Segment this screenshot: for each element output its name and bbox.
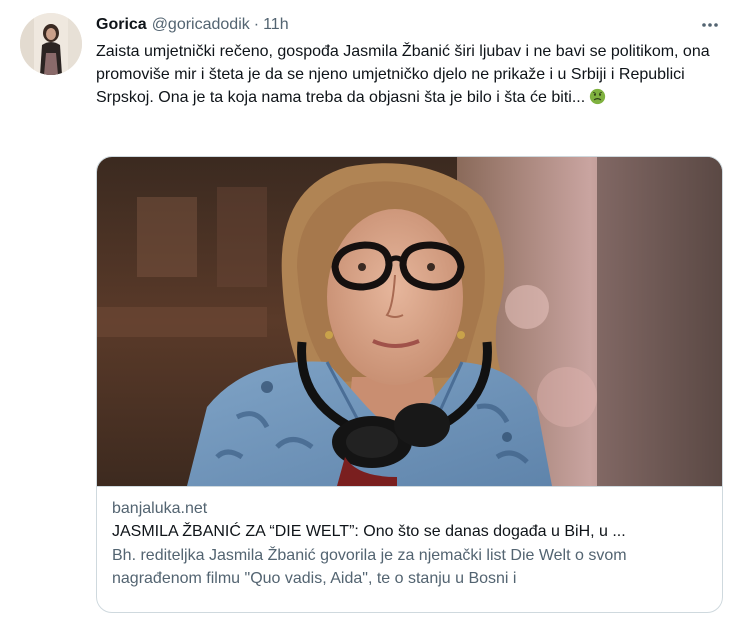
tweet-text-content: Zaista umjetnički rečeno, gospođa Jasmil… <box>96 43 710 106</box>
more-horizontal-icon <box>702 23 718 27</box>
tweet-timestamp[interactable]: 11h <box>263 16 289 34</box>
user-handle[interactable]: @goricadodik <box>152 16 250 34</box>
link-preview-card[interactable]: banjaluka.net JASMILA ŽBANIĆ ZA “DIE WEL… <box>96 156 723 613</box>
avatar[interactable] <box>20 13 82 75</box>
separator-dot: · <box>253 16 260 33</box>
tweet-header: Gorica @goricadodik · 11h <box>96 14 289 36</box>
display-name[interactable]: Gorica <box>96 16 147 34</box>
card-photo <box>97 157 722 486</box>
more-options-button[interactable] <box>699 14 721 36</box>
card-details[interactable]: banjaluka.net JASMILA ŽBANIĆ ZA “DIE WEL… <box>97 486 722 612</box>
tweet-text: Zaista umjetnički rečeno, gospođa Jasmil… <box>96 40 722 109</box>
tweet[interactable]: Gorica @goricadodik · 11h Zaista umjetni… <box>0 0 737 621</box>
card-description: Bh. rediteljka Jasmila Žbanić govorila j… <box>112 547 627 587</box>
avatar-photo <box>20 13 82 75</box>
card-domain: banjaluka.net <box>112 500 208 517</box>
card-image[interactable] <box>97 157 722 486</box>
nauseated-face-icon <box>590 88 606 105</box>
card-title: JASMILA ŽBANIĆ ZA “DIE WELT”: Ono što se… <box>112 523 626 540</box>
